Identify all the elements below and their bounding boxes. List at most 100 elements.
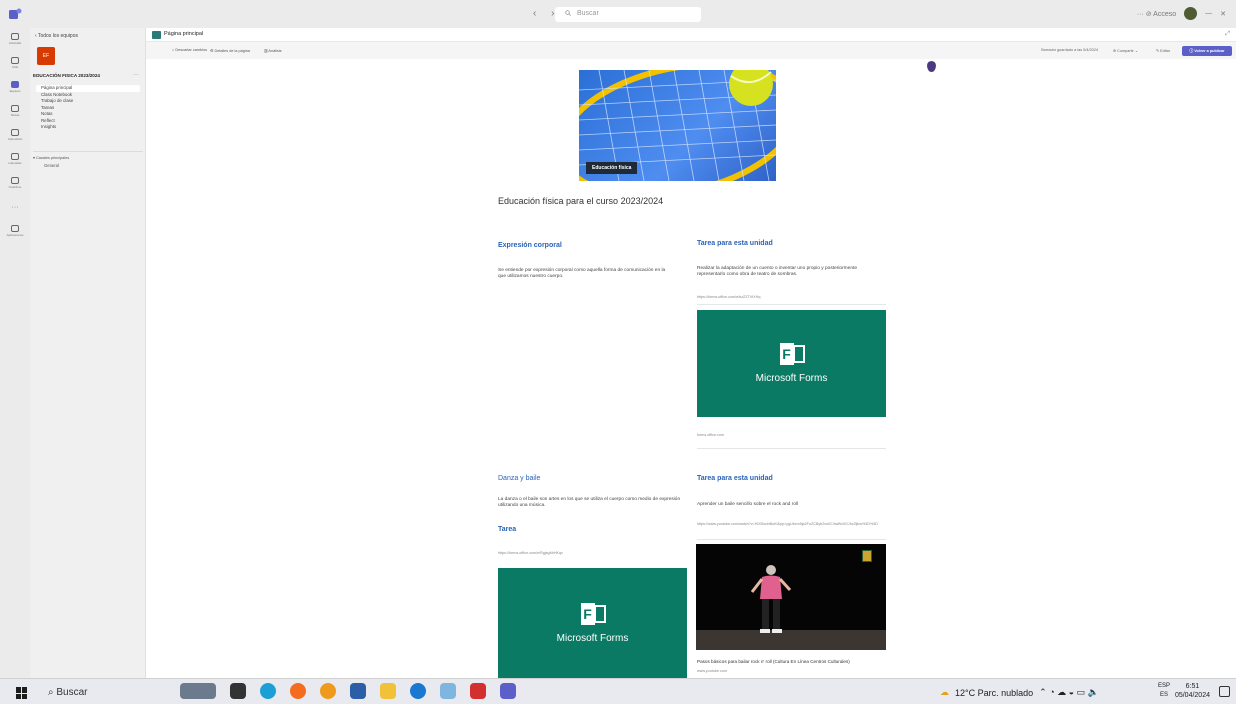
share-button[interactable]: ⊚ Compartir ⌄ bbox=[1113, 48, 1138, 53]
page-canvas: Educación física Educación física para e… bbox=[146, 59, 1236, 678]
edge-icon[interactable] bbox=[260, 683, 276, 699]
rail-teams[interactable]: Equipos bbox=[0, 76, 30, 98]
divider bbox=[33, 151, 143, 152]
section-text: La danza o el baile son artes en los que… bbox=[498, 497, 681, 508]
taskbar-search[interactable]: ⌕ Buscar bbox=[48, 687, 88, 698]
rail-label: Aplicaciones bbox=[6, 233, 24, 237]
clock-date: 05/04/2024 bbox=[1174, 692, 1210, 699]
minimize-icon[interactable]: — bbox=[1205, 10, 1212, 17]
rail-calls[interactable]: Llamadas bbox=[0, 148, 30, 170]
tarea-link[interactable]: https://forms.office.com/e/RgjsgMrHKqx bbox=[498, 551, 563, 556]
analytics-button[interactable]: ▥ Análisis bbox=[264, 48, 282, 53]
teams-logo-icon bbox=[8, 7, 22, 21]
channels-header[interactable]: ▾ Canales principales bbox=[33, 155, 69, 160]
chrome-icon[interactable] bbox=[320, 683, 336, 699]
telegram-icon[interactable] bbox=[410, 683, 426, 699]
task-view-icon[interactable] bbox=[230, 683, 246, 699]
divider bbox=[697, 448, 886, 449]
forms-link-card[interactable]: F Microsoft Forms bbox=[498, 568, 687, 678]
acrobat-icon[interactable] bbox=[470, 683, 486, 699]
search-input[interactable]: Buscar bbox=[555, 7, 701, 22]
language-indicator[interactable]: ESP ES bbox=[1158, 682, 1170, 700]
window-controls: ··· ⊘ Acceso — ✕ bbox=[1137, 7, 1226, 20]
hero-image: Educación física bbox=[579, 70, 776, 181]
section-text: Se entiende por expresión corporal como … bbox=[498, 268, 666, 279]
lang-top: ESP bbox=[1157, 683, 1170, 689]
team-more-button[interactable]: ··· bbox=[133, 72, 139, 78]
page-heading: Educación física para el curso 2023/2024 bbox=[498, 196, 664, 206]
weather-icon: ☁ bbox=[940, 687, 949, 697]
rail-onedrive[interactable]: OneDrive bbox=[0, 172, 30, 194]
video-thumbnail[interactable] bbox=[696, 544, 886, 650]
pen-tool-icon[interactable] bbox=[440, 683, 456, 699]
taskbar-search-label: Buscar bbox=[56, 687, 88, 698]
search-placeholder: Buscar bbox=[577, 10, 599, 17]
task-link[interactable]: https://forms.office.com/e/bzZZTVtXHq bbox=[697, 295, 760, 300]
rail-activity[interactable]: Actividad bbox=[0, 28, 30, 50]
team-nav: Página principal Class Notebook Trabajo … bbox=[36, 85, 140, 131]
draft-status: Borrador guardado a las 5/4/2024 bbox=[1041, 48, 1098, 52]
backpack-icon bbox=[11, 105, 19, 112]
tray-icons[interactable]: ⌃ ◔ ☁ ◒ ▭ 🔈 bbox=[1039, 687, 1099, 698]
forms-icon: F bbox=[580, 602, 606, 625]
bell-icon bbox=[11, 33, 19, 40]
page-icon bbox=[152, 31, 161, 39]
tarea-title: Tarea bbox=[498, 526, 517, 533]
forms-domain: forms.office.com bbox=[697, 433, 724, 437]
channel-general[interactable]: General bbox=[44, 163, 59, 168]
chat-icon bbox=[11, 57, 19, 64]
team-name: EDUCACIÓN FISICA 2023/2024 bbox=[33, 73, 100, 78]
rail-calendar[interactable]: Calendario bbox=[0, 124, 30, 146]
close-icon[interactable]: ✕ bbox=[1220, 10, 1226, 18]
discard-changes-button[interactable]: ⌂ Descartar cambios bbox=[172, 48, 207, 52]
apps-icon bbox=[11, 225, 19, 232]
divider bbox=[697, 539, 886, 540]
rail-label: Tareas bbox=[10, 113, 20, 117]
forms-card-label: Microsoft Forms bbox=[556, 632, 629, 644]
avatar[interactable] bbox=[1184, 7, 1198, 20]
clock-time: 6:51 bbox=[1185, 683, 1200, 690]
word-icon[interactable] bbox=[350, 683, 366, 699]
rail-assignments[interactable]: Tareas bbox=[0, 100, 30, 122]
task-text: Realizar la adaptación de un cuento o in… bbox=[697, 266, 857, 277]
edit-button[interactable]: ✎ Editar bbox=[1156, 48, 1170, 53]
team-avatar: EF bbox=[37, 47, 55, 65]
rail-apps[interactable]: Aplicaciones bbox=[0, 220, 30, 242]
nav-insights[interactable]: Insights bbox=[36, 124, 140, 131]
account-controls[interactable]: ··· ⊘ Acceso bbox=[1137, 10, 1176, 18]
windows-taskbar: ⌕ Buscar ☁ 12°C Parc. nublado ⌃ ◔ ☁ ◒ ▭ … bbox=[0, 678, 1236, 704]
taskbar-apps bbox=[180, 683, 516, 699]
expand-icon[interactable]: ⤢ bbox=[1225, 31, 1230, 38]
video-domain: www.youtube.com bbox=[697, 669, 727, 673]
phone-icon bbox=[11, 153, 19, 160]
weather-text[interactable]: 12°C Parc. nublado bbox=[955, 688, 1033, 698]
rail-label: Actividad bbox=[8, 41, 22, 45]
page-details-button[interactable]: ⚙ Detalles de la página bbox=[210, 48, 250, 53]
calendar-icon bbox=[11, 129, 19, 136]
rail-more[interactable]: ··· bbox=[0, 196, 30, 218]
windows-start-icon[interactable] bbox=[16, 687, 28, 699]
title-bar: ‹ › Buscar ··· ⊘ Acceso — ✕ bbox=[0, 0, 1236, 28]
republish-button[interactable]: ⓘ Volver a publicar bbox=[1182, 46, 1232, 56]
lang-bottom: ES bbox=[1159, 692, 1168, 698]
rail-label: Llamadas bbox=[8, 161, 22, 165]
anteater-icon[interactable] bbox=[180, 683, 216, 699]
more-icon: ··· bbox=[11, 204, 19, 211]
forms-icon: F bbox=[779, 343, 805, 365]
video-caption[interactable]: Pasos básicos para bailar rock n' roll (… bbox=[697, 659, 850, 664]
clock[interactable]: 6:51 05/04/2024 bbox=[1175, 682, 1210, 700]
rail-chat[interactable]: Chat bbox=[0, 52, 30, 74]
file-explorer-icon[interactable] bbox=[380, 683, 396, 699]
back-to-teams-link[interactable]: ‹ Todos los equipos bbox=[35, 33, 78, 39]
section-title: Expresión corporal bbox=[498, 242, 562, 249]
rail-label: OneDrive bbox=[8, 185, 22, 189]
forms-link-card[interactable]: F Microsoft Forms bbox=[697, 310, 886, 417]
firefox-icon[interactable] bbox=[290, 683, 306, 699]
teams-icon[interactable] bbox=[500, 683, 516, 699]
task-title: Tarea para esta unidad bbox=[697, 240, 773, 247]
task-text: Aprender un baile sencillo sobre el rock… bbox=[697, 502, 799, 507]
task-link[interactable]: https://www.youtube.com/watch?v=9O05cdnB… bbox=[697, 522, 887, 527]
notification-icon[interactable] bbox=[1219, 686, 1230, 697]
search-icon bbox=[565, 10, 571, 16]
hero-caption: Educación física bbox=[586, 162, 638, 174]
